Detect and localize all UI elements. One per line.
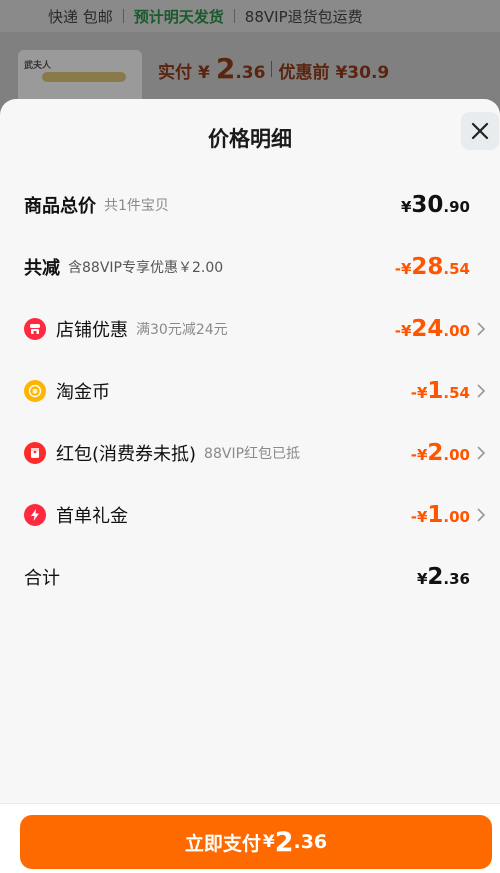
divider bbox=[122, 9, 124, 23]
row-total-discount: 共减 含88VIP专享优惠￥2.00 -¥ 28.54 bbox=[24, 249, 484, 285]
row-sub: 共1件宝贝 bbox=[104, 198, 169, 214]
row-red-packet[interactable]: 红包(消费券未抵) 88VIP红包已抵 -¥ 2.00 bbox=[24, 435, 486, 471]
row-label: 红包(消费券未抵) bbox=[56, 444, 197, 465]
amount-dec: .54 bbox=[443, 260, 470, 278]
amount-int: 24 bbox=[411, 316, 444, 342]
red-packet-icon bbox=[24, 442, 46, 464]
row-label: 首单礼金 bbox=[56, 506, 128, 527]
delivery-estimate: 预计明天发货 bbox=[133, 7, 224, 26]
amount-dec: .54 bbox=[443, 384, 470, 402]
amount-int: 2 bbox=[427, 564, 444, 590]
row-amount: -¥ 1.54 bbox=[411, 378, 470, 404]
amount-dec: .00 bbox=[443, 322, 470, 340]
bottom-bar: 立即支付 ¥ 2 .36 bbox=[0, 803, 500, 873]
amount-currency: ¥ bbox=[416, 570, 428, 588]
pay-button-currency: ¥ bbox=[262, 832, 275, 852]
divider bbox=[271, 60, 273, 77]
amount-int: 28 bbox=[411, 254, 444, 280]
amount-dec: .36 bbox=[443, 570, 470, 588]
amount-currency: -¥ bbox=[394, 322, 412, 340]
row-label: 共减 bbox=[24, 258, 60, 279]
amount-int: 1 bbox=[427, 502, 444, 528]
return-shipping-text: 88VIP退货包运费 bbox=[244, 7, 363, 26]
amount-dec: .00 bbox=[443, 446, 470, 464]
row-amount: -¥ 2.00 bbox=[411, 440, 470, 466]
amount-int: 30 bbox=[411, 192, 444, 218]
paid-label: 实付 bbox=[158, 63, 192, 83]
paid-dec: .36 bbox=[235, 63, 266, 83]
pay-now-button[interactable]: 立即支付 ¥ 2 .36 bbox=[20, 815, 492, 869]
lightning-icon bbox=[24, 504, 46, 526]
chevron-right-icon bbox=[477, 322, 486, 336]
price-detail-sheet: 价格明细 商品总价 共1件宝贝 ¥30.90 共减 含88VIP专享优惠￥2.0… bbox=[0, 99, 500, 873]
divider bbox=[233, 9, 235, 23]
row-sub: 满30元减24元 bbox=[136, 322, 228, 338]
product-thumbnail-label: 武夫人 bbox=[24, 61, 52, 71]
amount-int: 2 bbox=[427, 440, 444, 466]
close-button[interactable] bbox=[461, 112, 499, 150]
shipping-info-bar: 快递 包邮 预计明天发货 88VIP退货包运费 bbox=[0, 0, 500, 32]
row-amount: -¥ 28.54 bbox=[395, 254, 470, 280]
row-sub: 含88VIP专享优惠￥2.00 bbox=[68, 260, 224, 276]
chevron-right-icon bbox=[477, 508, 486, 522]
amount-currency: -¥ bbox=[394, 260, 412, 278]
row-amount: -¥ 24.00 bbox=[395, 316, 470, 342]
amount-int: 1 bbox=[427, 378, 444, 404]
background-price: 实付 ¥ 2.36 优惠前 ¥30.9 bbox=[158, 52, 389, 85]
coin-icon bbox=[24, 380, 46, 402]
row-label: 店铺优惠 bbox=[56, 320, 128, 341]
row-amount: ¥2.36 bbox=[417, 564, 470, 590]
row-label: 淘金币 bbox=[56, 382, 110, 403]
row-total-goods: 商品总价 共1件宝贝 ¥30.90 bbox=[24, 187, 484, 223]
product-thumbnail-bar bbox=[42, 72, 126, 82]
row-amount: ¥30.90 bbox=[401, 192, 470, 218]
chevron-right-icon bbox=[477, 446, 486, 460]
store-icon bbox=[24, 318, 46, 340]
chevron-right-icon bbox=[477, 384, 486, 398]
amount-currency: -¥ bbox=[410, 446, 428, 464]
amount-currency: -¥ bbox=[410, 508, 428, 526]
amount-currency: ¥ bbox=[400, 198, 412, 216]
amount-currency: -¥ bbox=[410, 384, 428, 402]
paid-currency: ¥ bbox=[198, 63, 210, 83]
shipping-text: 快递 包邮 bbox=[48, 7, 113, 26]
row-taojinbi[interactable]: 淘金币 -¥ 1.54 bbox=[24, 373, 486, 409]
row-sub: 88VIP红包已抵 bbox=[204, 446, 301, 462]
amount-dec: .00 bbox=[443, 508, 470, 526]
before-value: ¥30.9 bbox=[335, 63, 390, 83]
pay-button-int: 2 bbox=[274, 826, 294, 858]
before-label: 优惠前 bbox=[278, 63, 330, 83]
paid-int: 2 bbox=[215, 52, 236, 85]
close-icon bbox=[471, 122, 489, 140]
row-label: 合计 bbox=[24, 568, 60, 589]
row-grand-total: 合计 ¥2.36 bbox=[24, 559, 484, 595]
row-amount: -¥ 1.00 bbox=[411, 502, 470, 528]
amount-dec: .90 bbox=[443, 198, 470, 216]
row-label: 商品总价 bbox=[24, 196, 96, 217]
row-first-order-gift[interactable]: 首单礼金 -¥ 1.00 bbox=[24, 497, 486, 533]
pay-button-label: 立即支付 bbox=[184, 832, 261, 855]
row-store-discount[interactable]: 店铺优惠 满30元减24元 -¥ 24.00 bbox=[24, 311, 486, 347]
sheet-title: 价格明细 bbox=[208, 127, 292, 151]
pay-button-dec: .36 bbox=[293, 831, 328, 853]
